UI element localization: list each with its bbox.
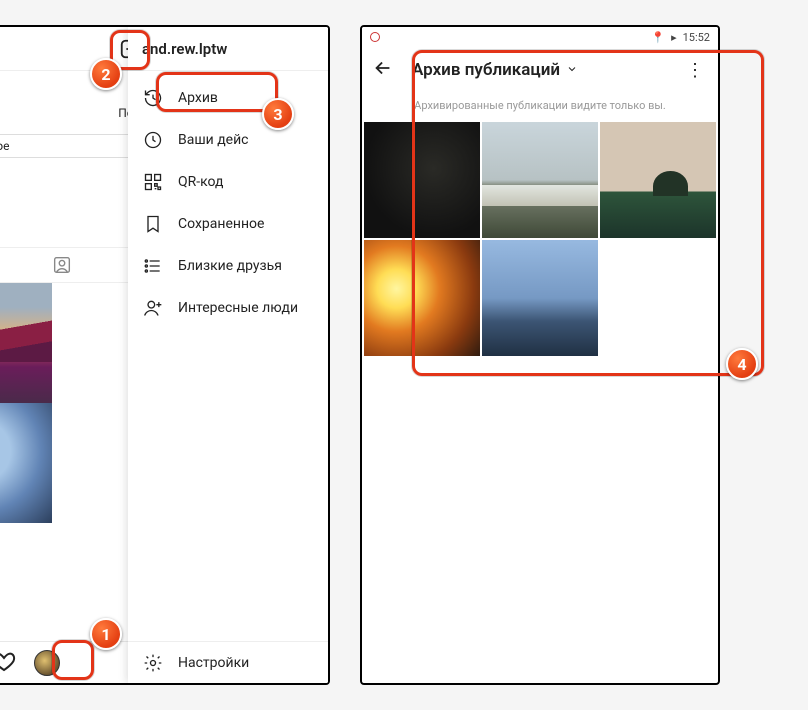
activity-icon[interactable] [0,649,16,677]
drawer-item-saved[interactable]: Сохраненное [128,203,328,245]
chevron-down-icon [566,60,578,80]
drawer-item-label: Сохраненное [178,216,264,232]
archive-grid [362,122,718,356]
post-thumbnail[interactable] [0,283,52,403]
back-icon[interactable] [372,57,394,83]
profile-tab-avatar[interactable] [34,650,60,676]
drawer-username[interactable]: and.rew.lptw [128,27,328,71]
profile-with-drawer: 31 Подписки ораненное + ить [0,27,328,683]
drawer-item-label: Интересные люди [178,300,298,316]
drawer-item-discover-people[interactable]: Интересные люди [128,287,328,329]
drawer-item-settings[interactable]: Настройки [128,641,328,683]
add-user-icon [142,297,164,319]
archive-thumbnail[interactable] [600,122,716,238]
gear-icon [142,652,164,674]
archive-header: Архив публикаций ⋮ [362,47,718,93]
archive-thumbnail[interactable] [364,240,480,356]
bookmark-icon [142,213,164,235]
drawer-item-label: Архив [178,90,218,106]
annotation-badge-4: 4 [726,348,758,380]
archive-thumbnail[interactable] [482,240,598,356]
side-drawer: and.rew.lptw Архив Ваши дейс [128,27,328,683]
settings-label: Настройки [178,655,249,671]
drawer-item-label: Близкие друзья [178,258,282,274]
drawer-item-archive[interactable]: Архив [128,77,328,119]
drawer-item-close-friends[interactable]: Близкие друзья [128,245,328,287]
drawer-item-label: Ваши дейс [178,132,249,148]
status-bar: 📍 ▸ 15:52 [362,27,718,47]
list-icon [142,255,164,277]
play-icon: ▸ [671,31,677,44]
drawer-item-qr[interactable]: QR-код [128,161,328,203]
status-time: 15:52 [683,31,710,44]
phone-left: 31 Подписки ораненное + ить [0,25,330,685]
archive-thumbnail[interactable] [482,122,598,238]
drawer-item-label: QR-код [178,174,224,190]
archive-info-text: Архивированные публикации видите только … [362,93,718,122]
location-icon: 📍 [651,31,665,44]
archive-title-dropdown[interactable]: Архив публикаций [412,60,578,80]
history-icon [142,87,164,109]
archive-title: Архив публикаций [412,60,560,80]
clock-icon [142,129,164,151]
post-thumbnail[interactable] [0,403,52,523]
more-icon[interactable]: ⋮ [682,60,708,81]
opera-icon [370,32,380,42]
drawer-menu: Архив Ваши дейс QR-код [128,71,328,641]
qr-icon [142,171,164,193]
drawer-item-activity[interactable]: Ваши дейс [128,119,328,161]
phone-right: 📍 ▸ 15:52 Архив публикаций ⋮ Архивирован… [360,25,720,685]
archive-thumbnail[interactable] [364,122,480,238]
